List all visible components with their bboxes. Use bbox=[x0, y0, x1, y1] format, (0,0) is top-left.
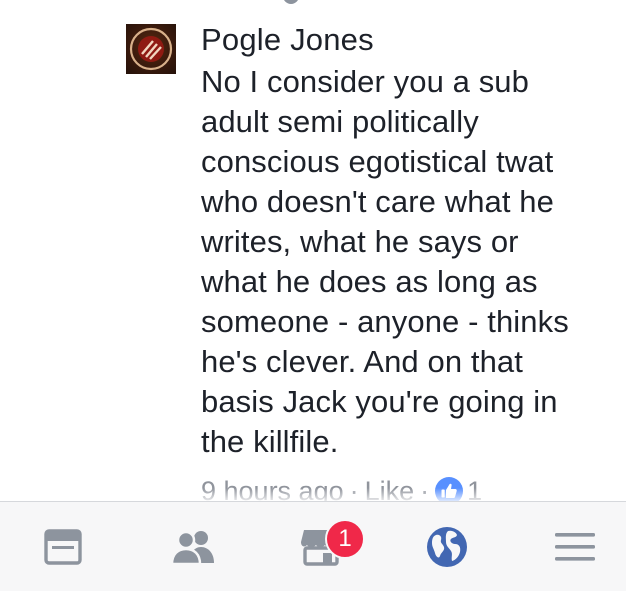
tab-news-feed[interactable] bbox=[0, 502, 125, 591]
friends-icon bbox=[170, 530, 214, 565]
bottom-tab-bar bbox=[0, 501, 626, 591]
menu-icon bbox=[554, 532, 595, 561]
tab-menu[interactable] bbox=[512, 502, 626, 591]
antifascist-logo-icon bbox=[129, 27, 173, 71]
comment-author[interactable]: Pogle Jones bbox=[201, 22, 621, 58]
comment-text: No I consider you a sub adult semi polit… bbox=[201, 64, 569, 459]
avatar[interactable] bbox=[126, 24, 176, 74]
comment-body: Pogle Jones No I consider you a sub adul… bbox=[201, 22, 621, 462]
tab-friends[interactable] bbox=[130, 502, 255, 591]
globe-icon bbox=[426, 526, 467, 567]
tab-notifications[interactable] bbox=[384, 502, 509, 591]
previous-comment-avatar-edge bbox=[283, 0, 299, 4]
news-feed-icon bbox=[43, 528, 82, 565]
tab-marketplace[interactable] bbox=[258, 502, 383, 591]
marketplace-notification-badge: 1 bbox=[325, 519, 365, 559]
